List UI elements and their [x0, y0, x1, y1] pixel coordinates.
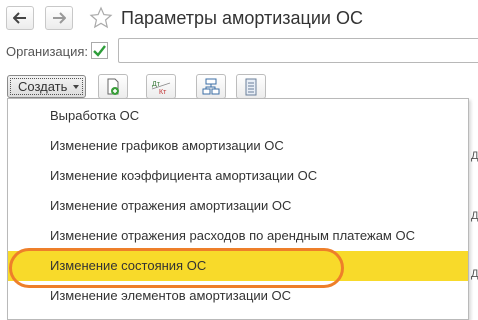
menu-item[interactable]: Изменение коэффициента амортизации ОС: [8, 161, 468, 191]
organization-field[interactable]: [118, 38, 478, 63]
back-arrow-icon: [13, 12, 26, 24]
star-icon[interactable]: [89, 6, 113, 30]
create-button-label: Создать: [18, 79, 68, 94]
menu-item[interactable]: Изменение отражения амортизации ОС: [8, 191, 468, 221]
add-document-button[interactable]: [98, 74, 128, 99]
table-edge: Д: [471, 150, 478, 162]
page-title: Параметры амортизации ОС: [121, 8, 363, 28]
forward-button[interactable]: [45, 6, 73, 30]
structure-button[interactable]: [196, 74, 226, 99]
list-button[interactable]: [236, 74, 266, 99]
structure-icon: [202, 78, 220, 94]
table-edge: Д: [471, 268, 478, 280]
highlight-annotation: [9, 248, 344, 288]
dropdown-arrow-icon: [73, 85, 79, 89]
dt-text: Дт: [152, 81, 161, 88]
dt-kt-button[interactable]: Дт Кт: [146, 74, 176, 99]
add-document-icon: [107, 78, 119, 95]
menu-item[interactable]: Изменение отражения расходов по арендным…: [8, 221, 468, 251]
checkmark-icon: [93, 45, 106, 57]
menu-item[interactable]: Выработка ОС: [8, 101, 468, 131]
forward-arrow-icon: [53, 12, 66, 24]
organization-checkbox[interactable]: [91, 42, 108, 59]
create-button[interactable]: Создать: [7, 75, 86, 98]
list-icon: [245, 78, 257, 95]
kt-text: Кт: [159, 89, 167, 96]
table-edge: Д: [471, 210, 478, 222]
organization-label: Организация:: [6, 44, 89, 59]
dt-kt-icon: Дт Кт: [151, 81, 171, 96]
back-button[interactable]: [6, 6, 34, 30]
menu-item[interactable]: Изменение графиков амортизации ОС: [8, 131, 468, 161]
